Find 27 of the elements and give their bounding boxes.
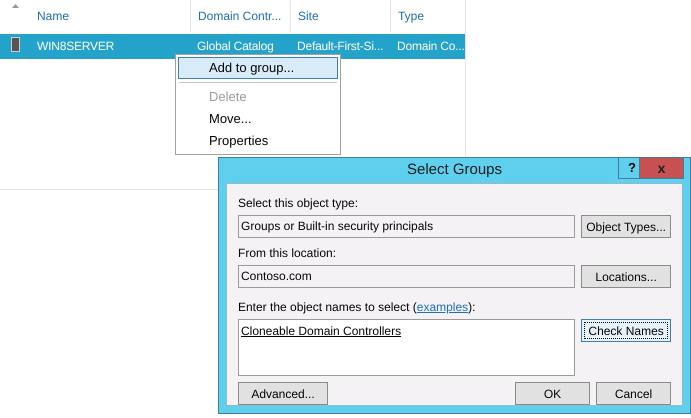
column-header[interactable]: Type [398,7,424,25]
server-icon [10,37,20,52]
location-field[interactable]: Contoso.com [238,265,576,288]
menu-item[interactable]: Add to group... [178,57,338,79]
advanced-button[interactable]: Advanced... [238,382,328,405]
menu-item[interactable]: Properties [178,130,338,152]
locations-button[interactable]: Locations... [581,265,671,288]
object-type-field[interactable]: Groups or Built-in security principals [238,215,576,238]
table-cell-text: Global Catalog [196,38,275,55]
column-header[interactable]: Site [298,7,319,25]
table-cell-text: Default-First-Si... [296,38,384,55]
check-names-button[interactable]: Check Names [581,319,671,342]
window-title: Select Groups [406,160,502,180]
cancel-button[interactable]: Cancel [596,382,671,405]
object-names-field[interactable]: Cloneable Domain Controllers [238,319,576,376]
table-cell-text: WIN8SERVER [36,38,116,55]
close-button[interactable]: x [639,158,684,179]
field-label: Select this object type: [238,195,360,212]
examples-link[interactable]: examples [416,300,468,314]
column-header[interactable]: Name [37,7,70,25]
field-label: From this location: [238,245,338,262]
column-header[interactable]: Domain Contr... [198,7,282,25]
sort-arrow-icon [12,4,18,8]
field-label: Enter the object names to select (examples): [238,299,476,316]
object-types-button[interactable]: Object Types... [581,215,671,238]
ok-button[interactable]: OK [515,382,590,405]
menu-item[interactable]: Move... [178,108,338,130]
